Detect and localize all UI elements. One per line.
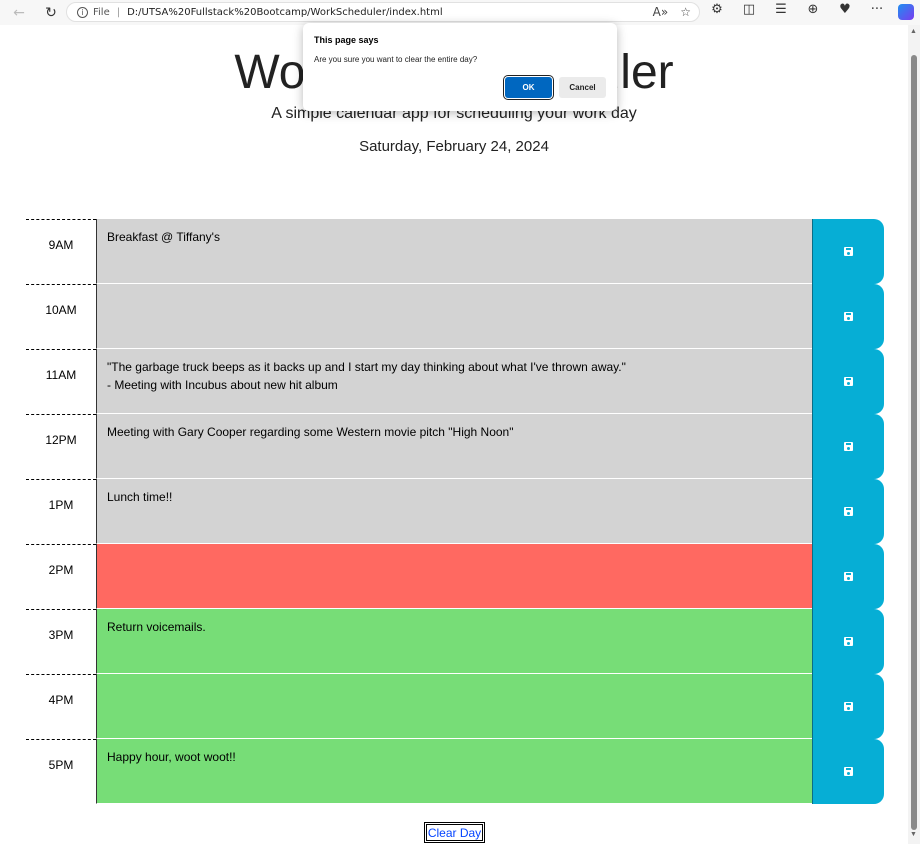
description-field[interactable]: "The garbage truck beeps as it backs up … <box>96 349 812 414</box>
floppy-disk-icon <box>844 442 853 451</box>
schedule-container: 9AM Breakfast @ Tiffany's 10AM 11AM "The… <box>26 219 884 804</box>
save-button[interactable] <box>812 674 884 739</box>
address-bar[interactable]: i File | D:/UTSA%20Fullstack%20Bootcamp/… <box>66 2 700 22</box>
description-field[interactable] <box>96 674 812 739</box>
back-icon[interactable]: ← <box>6 2 32 24</box>
floppy-disk-icon <box>844 377 853 386</box>
description-field[interactable]: Return voicemails. <box>96 609 812 674</box>
time-block: 5PM Happy hour, woot woot!! <box>26 739 884 804</box>
time-block: 2PM <box>26 544 884 609</box>
performance-icon[interactable]: ♥ <box>834 2 856 20</box>
hour-label: 3PM <box>26 609 96 674</box>
current-day: Saturday, February 24, 2024 <box>359 138 549 155</box>
copilot-icon[interactable] <box>898 4 914 20</box>
more-options-icon[interactable]: ··· <box>866 2 888 20</box>
description-field[interactable] <box>96 544 812 609</box>
time-block: 10AM <box>26 284 884 349</box>
save-button[interactable] <box>812 739 884 804</box>
save-button[interactable] <box>812 544 884 609</box>
time-block: 4PM <box>26 674 884 739</box>
address-separator: | <box>116 6 121 18</box>
hour-label: 1PM <box>26 479 96 544</box>
floppy-disk-icon <box>844 702 853 711</box>
scroll-down-arrow-icon[interactable]: ▼ <box>910 831 917 838</box>
save-button[interactable] <box>812 479 884 544</box>
dialog-title: This page says <box>314 35 379 45</box>
time-block: 12PM Meeting with Gary Cooper regarding … <box>26 414 884 479</box>
description-field[interactable]: Happy hour, woot woot!! <box>96 739 812 804</box>
save-button[interactable] <box>812 349 884 414</box>
floppy-disk-icon <box>844 247 853 256</box>
favorite-star-icon[interactable]: ☆ <box>680 5 691 19</box>
clear-day-button[interactable]: Clear Day <box>424 822 485 843</box>
floppy-disk-icon <box>844 507 853 516</box>
save-button[interactable] <box>812 414 884 479</box>
hour-label: 9AM <box>26 219 96 284</box>
scroll-thumb[interactable] <box>911 55 917 830</box>
scheme-label: File <box>93 6 110 18</box>
hour-label: 10AM <box>26 284 96 349</box>
refresh-icon[interactable]: ↻ <box>38 2 64 24</box>
floppy-disk-icon <box>844 767 853 776</box>
time-block: 1PM Lunch time!! <box>26 479 884 544</box>
favorites-bar-icon[interactable]: ☰ <box>770 2 792 20</box>
page-content: Work Day Scheduler A simple calendar app… <box>0 25 908 844</box>
scroll-up-arrow-icon[interactable]: ▲ <box>910 28 917 35</box>
page-scrollbar[interactable]: ▲ ▼ <box>908 25 920 844</box>
hour-label: 2PM <box>26 544 96 609</box>
browser-toolbar: ← ↻ i File | D:/UTSA%20Fullstack%20Bootc… <box>0 0 920 25</box>
description-field[interactable]: Breakfast @ Tiffany's <box>96 219 812 284</box>
hour-label: 4PM <box>26 674 96 739</box>
description-field[interactable] <box>96 284 812 349</box>
time-block: 11AM "The garbage truck beeps as it back… <box>26 349 884 414</box>
description-field[interactable]: Meeting with Gary Cooper regarding some … <box>96 414 812 479</box>
floppy-disk-icon <box>844 312 853 321</box>
hour-label: 11AM <box>26 349 96 414</box>
split-screen-icon[interactable]: ◫ <box>738 2 760 20</box>
read-aloud-icon[interactable]: A» <box>653 5 669 19</box>
hour-label: 12PM <box>26 414 96 479</box>
description-field[interactable]: Lunch time!! <box>96 479 812 544</box>
time-block: 9AM Breakfast @ Tiffany's <box>26 219 884 284</box>
floppy-disk-icon <box>844 637 853 646</box>
extensions-icon[interactable]: ⚙ <box>706 2 728 20</box>
collections-icon[interactable]: ⊕ <box>802 2 824 20</box>
confirm-dialog: This page says Are you sure you want to … <box>303 23 617 111</box>
info-icon[interactable]: i <box>77 6 88 18</box>
hour-label: 5PM <box>26 739 96 804</box>
time-block: 3PM Return voicemails. <box>26 609 884 674</box>
url-text[interactable]: D:/UTSA%20Fullstack%20Bootcamp/WorkSched… <box>127 7 443 18</box>
cancel-button[interactable]: Cancel <box>559 77 606 98</box>
save-button[interactable] <box>812 219 884 284</box>
save-button[interactable] <box>812 609 884 674</box>
floppy-disk-icon <box>844 572 853 581</box>
ok-button[interactable]: OK <box>505 77 552 98</box>
dialog-message: Are you sure you want to clear the entir… <box>314 55 478 64</box>
save-button[interactable] <box>812 284 884 349</box>
